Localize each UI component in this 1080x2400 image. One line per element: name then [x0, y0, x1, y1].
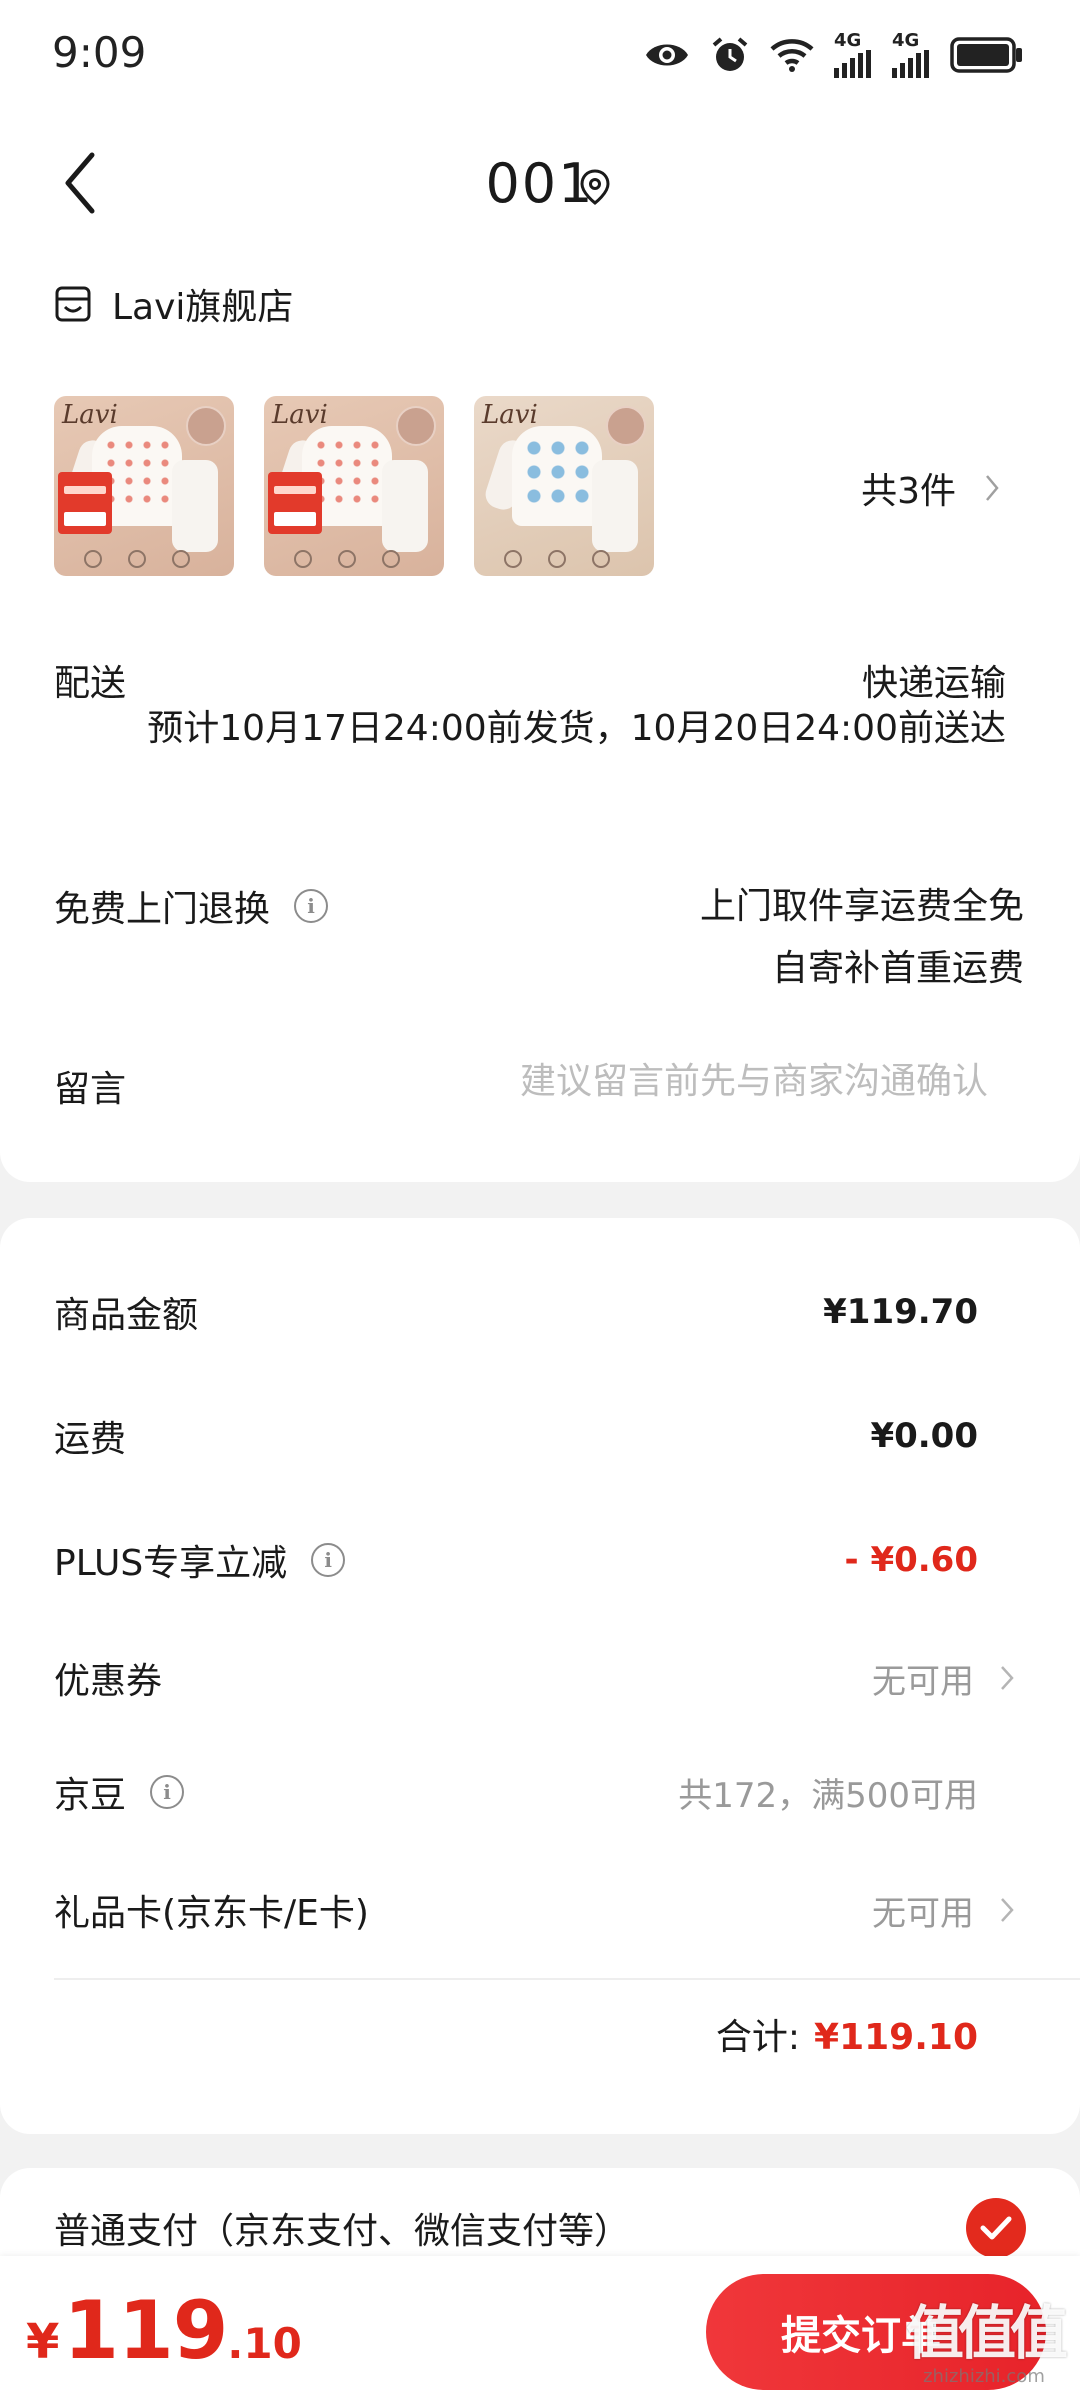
nav-bar: 001 [0, 110, 1080, 255]
info-icon[interactable]: i [311, 1543, 346, 1577]
promo-badge [268, 472, 322, 534]
status-time: 9:09 [52, 28, 147, 77]
store-row[interactable]: Lavi旗舰店 [54, 278, 293, 330]
message-input[interactable] [428, 1056, 988, 1106]
return-service-row: 免费上门退换 i [54, 880, 329, 932]
status-bar: 9:09 4G 4G [0, 0, 1080, 110]
total-value: ¥119.10 [814, 2017, 978, 2058]
product-pants [382, 460, 428, 552]
total-row: 合计: ¥119.10 [716, 2008, 978, 2060]
coupon-row[interactable]: 优惠券 无可用 [54, 1648, 1014, 1708]
delivery-eta: 预计10月17日24:00前发货，10月20日24:00前送达 [147, 708, 1006, 749]
signal-bars-icon [892, 50, 929, 78]
giftcard-row[interactable]: 礼品卡(京东卡/E卡) 无可用 [54, 1880, 1014, 1940]
store-icon [55, 286, 91, 322]
check-icon [980, 2216, 1012, 2240]
price-card: 商品金额 ¥119.70 运费 ¥0.00 PLUS专享立减 i - ¥0.60… [0, 1218, 1080, 2134]
cellular-signal-1: 4G [834, 32, 872, 78]
thumb-seal [186, 406, 226, 446]
network-type-label: 4G [892, 30, 920, 51]
giftcard-value: 无可用 [872, 1893, 974, 1934]
bottom-total-integer: 119 [63, 2284, 228, 2377]
thumb-seal [396, 406, 436, 446]
goods-count: 共3件 [861, 471, 956, 512]
wifi-icon [770, 39, 814, 72]
return-service-label: 免费上门退换 [54, 889, 271, 930]
return-service-line1: 上门取件享运费全免 [699, 886, 1024, 927]
cellular-signal-2: 4G [892, 32, 930, 78]
alarm-icon [712, 37, 748, 71]
thumb-seal [606, 406, 646, 446]
goods-thumbnail[interactable]: Lavi [264, 396, 444, 576]
plus-discount-row: PLUS专享立减 i - ¥0.60 [54, 1530, 1014, 1590]
chevron-right-icon [1001, 1898, 1014, 1922]
goods-thumbnails[interactable]: Lavi Lavi Lavi [54, 396, 654, 576]
status-icons: 4G 4G [644, 30, 1024, 80]
info-icon[interactable]: i [150, 1775, 185, 1809]
plus-discount-value: - ¥0.60 [844, 1540, 979, 1580]
product-pants [172, 460, 218, 552]
thumb-brand: Lavi [272, 400, 328, 430]
jingdou-label: 京豆 [54, 1775, 127, 1816]
goods-thumbnail[interactable]: Lavi [54, 396, 234, 576]
watermark: 值值值 zhizhizhi.com [905, 2286, 1068, 2387]
payment-radio[interactable] [966, 2198, 1026, 2258]
shipping-label: 运费 [54, 1419, 127, 1460]
address-title[interactable]: 001 [0, 152, 1080, 215]
goods-amount-value: ¥119.70 [823, 1292, 978, 1332]
goods-thumbnail[interactable]: Lavi [474, 396, 654, 576]
message-label: 留言 [54, 1069, 127, 1110]
payment-option-label: 普通支付（京东支付、微信支付等） [54, 2211, 631, 2252]
bottom-total-decimal: .10 [227, 2319, 302, 2368]
bottom-total-currency: ¥ [26, 2314, 60, 2370]
thumb-brand: Lavi [482, 400, 538, 430]
giftcard-label: 礼品卡(京东卡/E卡) [54, 1893, 369, 1934]
promo-badge [58, 472, 112, 534]
location-pin-icon[interactable] [578, 168, 612, 206]
goods-amount-row: 商品金额 ¥119.70 [54, 1282, 1014, 1342]
return-service-line2: 自寄补首重运费 [771, 948, 1024, 989]
total-label: 合计: [715, 2017, 801, 2058]
product-pants [592, 460, 638, 552]
divider [54, 1978, 1080, 1980]
jingdou-row[interactable]: 京豆 i 共172，满500可用 [54, 1762, 1014, 1822]
plus-discount-label: PLUS专享立减 [54, 1543, 288, 1584]
bottom-total: ¥ 119 .10 [26, 2284, 302, 2377]
coupon-value: 无可用 [872, 1661, 974, 1702]
delivery-method[interactable]: 快递运输 [862, 654, 1006, 706]
shipping-value: ¥0.00 [870, 1416, 978, 1456]
delivery-label: 配送 [54, 663, 127, 704]
network-type-label: 4G [834, 30, 862, 51]
payment-option[interactable]: 普通支付（京东支付、微信支付等） [54, 2198, 1026, 2258]
goods-amount-label: 商品金额 [54, 1295, 199, 1336]
thumb-brand: Lavi [62, 400, 118, 430]
coupon-label: 优惠券 [54, 1661, 163, 1702]
watermark-logo: 值值值 [905, 2299, 1068, 2367]
goods-count-link[interactable]: 共3件 [861, 462, 1000, 514]
watermark-text: zhizhizhi.com [923, 2366, 1045, 2387]
signal-bars-icon [834, 50, 871, 78]
return-service-detail: 上门取件享运费全免 自寄补首重运费 [700, 876, 1024, 1000]
jingdou-value: 共172，满500可用 [678, 1775, 978, 1816]
shipping-row: 运费 ¥0.00 [54, 1406, 1014, 1466]
chevron-right-icon [986, 475, 999, 501]
order-card: Lavi旗舰店 Lavi Lavi Lavi 共3件 配送 快递运输 预计10月… [0, 240, 1080, 1182]
battery-icon [950, 37, 1022, 73]
store-name: Lavi旗舰店 [112, 287, 294, 328]
eye-icon [646, 44, 688, 66]
info-icon[interactable]: i [294, 889, 329, 923]
chevron-right-icon [1001, 1666, 1014, 1690]
